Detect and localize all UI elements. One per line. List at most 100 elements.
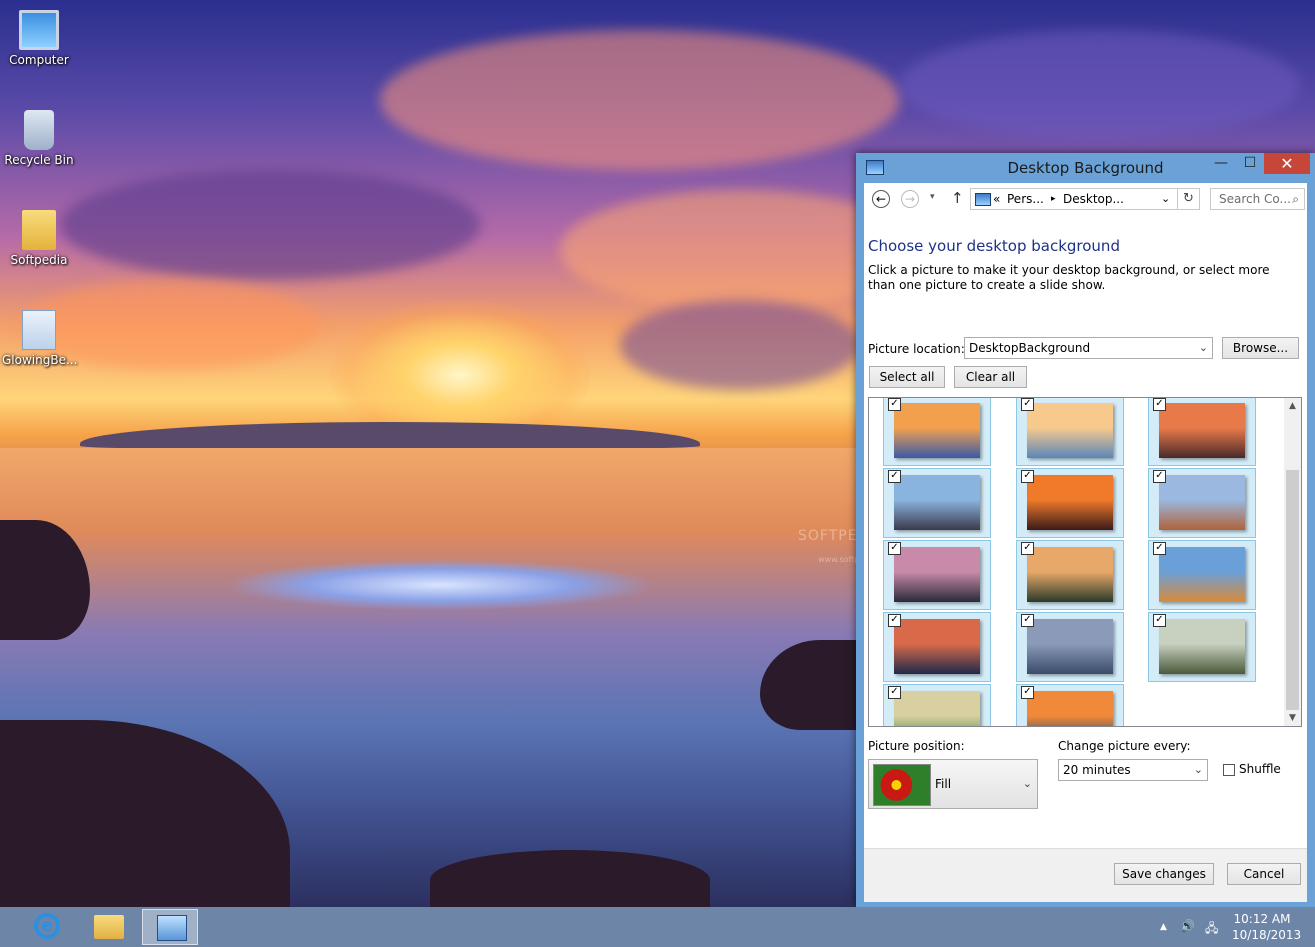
picture-tile[interactable]: ✓	[1148, 468, 1256, 538]
cancel-button[interactable]: Cancel	[1227, 863, 1301, 885]
up-button[interactable]: ↑	[951, 189, 964, 207]
desktop-icon-recycle-bin[interactable]: Recycle Bin	[2, 110, 76, 167]
picture-checkbox[interactable]: ✓	[1021, 398, 1034, 411]
breadcrumb[interactable]: « Pers... ▸ Desktop... ⌄	[970, 188, 1178, 210]
picture-tile[interactable]: ✓	[1148, 398, 1256, 466]
clock-time: 10:12 AM	[1233, 912, 1291, 926]
picture-gallery[interactable]: ✓ ✓ ✓ ✓ ✓ ✓ ✓ ✓ ✓ ✓ ✓ ✓ ✓ ✓ ▲ ▼	[868, 397, 1302, 727]
search-icon[interactable]: ⌕	[1292, 192, 1299, 207]
save-changes-button[interactable]: Save changes	[1114, 863, 1214, 885]
picture-checkbox[interactable]: ✓	[1021, 686, 1034, 699]
picture-checkbox[interactable]: ✓	[888, 542, 901, 555]
scroll-up-button[interactable]: ▲	[1284, 398, 1301, 414]
folder-icon	[22, 210, 56, 250]
change-picture-label: Change picture every:	[1058, 739, 1191, 753]
gallery-scrollbar[interactable]: ▲ ▼	[1284, 398, 1301, 726]
picture-location-select[interactable]: DesktopBackground ⌄	[964, 337, 1213, 359]
picture-thumbnail	[894, 475, 980, 530]
refresh-button[interactable]: ↻	[1178, 188, 1200, 210]
picture-checkbox[interactable]: ✓	[888, 398, 901, 411]
picture-thumbnail	[1027, 619, 1113, 674]
picture-checkbox[interactable]: ✓	[1153, 398, 1166, 411]
picture-tile[interactable]: ✓	[883, 612, 991, 682]
select-all-button[interactable]: Select all	[869, 366, 945, 388]
picture-checkbox[interactable]: ✓	[1021, 470, 1034, 483]
system-clock[interactable]: 10:12 AM 10/18/2013	[1232, 911, 1302, 943]
picture-tile[interactable]: ✓	[883, 540, 991, 610]
desktop-icon-computer[interactable]: Computer	[2, 10, 76, 67]
picture-checkbox[interactable]: ✓	[888, 686, 901, 699]
picture-tile[interactable]: ✓	[1016, 398, 1124, 466]
picture-tile[interactable]: ✓	[883, 398, 991, 466]
picture-checkbox[interactable]: ✓	[1153, 470, 1166, 483]
title-bar[interactable]: Desktop Background — ☐ ✕	[856, 153, 1315, 183]
picture-location-label: Picture location:	[868, 342, 965, 356]
picture-tile[interactable]: ✓	[1016, 540, 1124, 610]
chevron-down-icon: ⌄	[1193, 763, 1203, 776]
desktop-icon-theme[interactable]: GlowingBe...	[2, 310, 77, 367]
maximize-button[interactable]: ☐	[1235, 153, 1265, 174]
picture-thumbnail	[1027, 403, 1113, 458]
picture-tile[interactable]: ✓	[883, 468, 991, 538]
picture-tile[interactable]: ✓	[883, 684, 991, 726]
picture-position-preview	[873, 764, 931, 806]
network-icon[interactable]: 🖧	[1205, 919, 1218, 940]
picture-checkbox[interactable]: ✓	[888, 470, 901, 483]
recycle-bin-icon	[24, 110, 54, 150]
chevron-down-icon[interactable]: ⌄	[1161, 192, 1170, 205]
picture-thumbnail	[1027, 475, 1113, 530]
picture-thumbnail	[1159, 547, 1245, 602]
change-picture-select[interactable]: 20 minutes ⌄	[1058, 759, 1208, 781]
picture-checkbox[interactable]: ✓	[1153, 614, 1166, 627]
rock	[430, 850, 710, 907]
island	[80, 422, 700, 448]
show-hidden-icons-button[interactable]: ▲	[1160, 922, 1167, 932]
page-title: Choose your desktop background	[868, 237, 1120, 255]
taskbar-control-panel[interactable]	[142, 909, 198, 945]
picture-thumbnail	[1027, 691, 1113, 726]
close-button[interactable]: ✕	[1264, 153, 1310, 174]
picture-thumbnail	[1159, 475, 1245, 530]
change-picture-value: 20 minutes	[1063, 763, 1131, 777]
back-button[interactable]: ←	[872, 190, 890, 208]
shuffle-checkbox[interactable]	[1223, 764, 1235, 776]
clock-date: 10/18/2013	[1232, 928, 1302, 942]
scroll-down-button[interactable]: ▼	[1284, 710, 1301, 726]
recent-locations-dropdown[interactable]: ▾	[930, 192, 935, 202]
breadcrumb-separator-icon: ▸	[1051, 194, 1056, 204]
picture-checkbox[interactable]: ✓	[1021, 542, 1034, 555]
picture-thumbnail	[894, 691, 980, 726]
picture-position-select[interactable]: Fill ⌄	[868, 759, 1038, 809]
browse-button[interactable]: Browse...	[1222, 337, 1299, 359]
picture-tile[interactable]: ✓	[1148, 612, 1256, 682]
window-client: ← → ▾ ↑ « Pers... ▸ Desktop... ⌄ ↻ Searc…	[864, 183, 1307, 902]
picture-tile[interactable]: ✓	[1148, 540, 1256, 610]
breadcrumb-item[interactable]: Desktop...	[1063, 192, 1124, 206]
minimize-button[interactable]: —	[1206, 153, 1236, 174]
picture-checkbox[interactable]: ✓	[888, 614, 901, 627]
search-input[interactable]: Search Co... ⌕	[1210, 188, 1305, 210]
picture-tile[interactable]: ✓	[1016, 612, 1124, 682]
search-placeholder: Search Co...	[1219, 192, 1291, 206]
picture-thumbnail	[1027, 547, 1113, 602]
picture-tile[interactable]: ✓	[1016, 684, 1124, 726]
speaker-icon[interactable]: 🔊	[1180, 919, 1195, 933]
scrollbar-thumb[interactable]	[1286, 470, 1299, 710]
picture-checkbox[interactable]: ✓	[1153, 542, 1166, 555]
chevron-down-icon: ⌄	[1022, 777, 1032, 790]
chevron-down-icon: ⌄	[1198, 341, 1208, 354]
forward-button[interactable]: →	[901, 190, 919, 208]
clear-all-button[interactable]: Clear all	[954, 366, 1027, 388]
picture-thumbnail	[894, 547, 980, 602]
taskbar-internet-explorer[interactable]: e	[18, 909, 74, 945]
taskbar-file-explorer[interactable]	[80, 909, 136, 945]
theme-file-icon	[22, 310, 56, 350]
cloud	[380, 30, 900, 170]
desktop-icon-softpedia[interactable]: Softpedia	[2, 210, 76, 267]
cloud	[620, 300, 860, 390]
internet-explorer-icon: e	[34, 913, 60, 939]
picture-checkbox[interactable]: ✓	[1021, 614, 1034, 627]
breadcrumb-overflow[interactable]: «	[993, 192, 1000, 206]
picture-tile[interactable]: ✓	[1016, 468, 1124, 538]
breadcrumb-item[interactable]: Pers...	[1007, 192, 1044, 206]
